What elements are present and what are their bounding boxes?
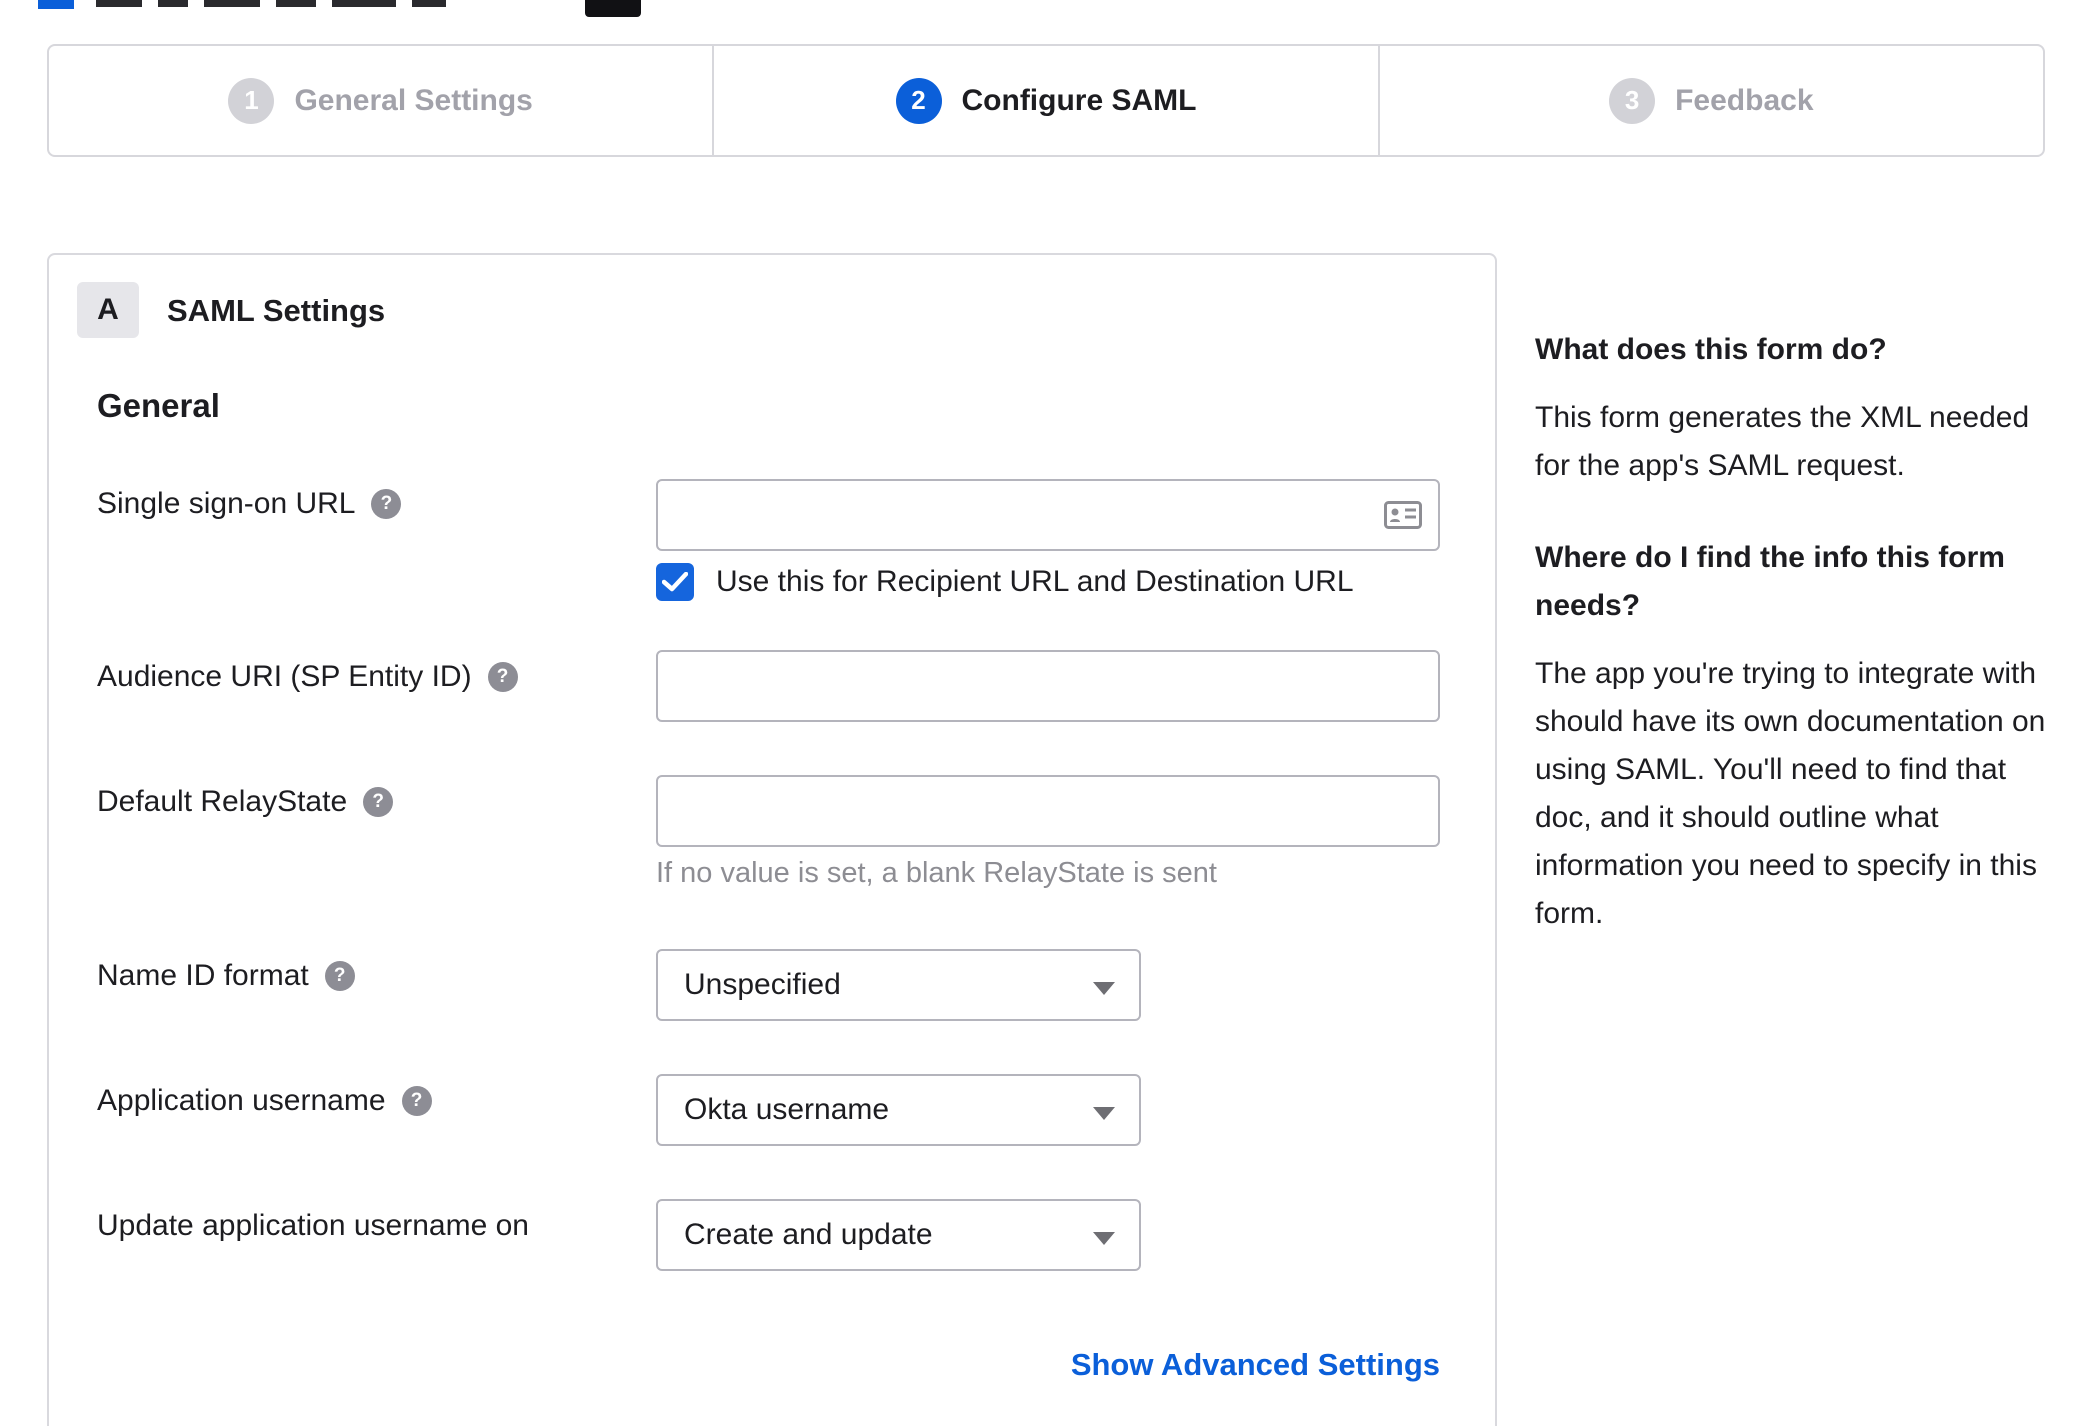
sidebar-heading: What does this form do? bbox=[1535, 333, 1887, 366]
chevron-down-icon bbox=[1093, 982, 1115, 995]
step-feedback[interactable]: 3 Feedback bbox=[1377, 46, 2043, 155]
step-label: Feedback bbox=[1675, 83, 1814, 117]
help-icon[interactable]: ? bbox=[401, 1086, 432, 1116]
help-icon[interactable]: ? bbox=[371, 489, 402, 519]
select-value: Create and update bbox=[684, 1218, 933, 1251]
section-badge: A bbox=[77, 282, 139, 338]
sidebar-body: This form generates the XML needed for t… bbox=[1535, 401, 2030, 482]
step-number-badge: 3 bbox=[1609, 77, 1656, 124]
update-application-username-select[interactable]: Create and update bbox=[656, 1199, 1141, 1271]
step-configure-saml[interactable]: 2 Configure SAML bbox=[712, 46, 1377, 155]
application-username-label: Application username ? bbox=[97, 1084, 432, 1118]
field-label-text: Application username bbox=[97, 1084, 386, 1117]
default-relaystate-input[interactable] bbox=[656, 775, 1440, 847]
saml-settings-card: A SAML Settings General Single sign-on U… bbox=[47, 253, 1497, 1426]
relaystate-hint: If no value is set, a blank RelayState i… bbox=[656, 857, 1217, 889]
page: 1 General Settings 2 Configure SAML 3 Fe… bbox=[0, 0, 2092, 1426]
step-label: General Settings bbox=[294, 83, 533, 117]
help-icon[interactable]: ? bbox=[324, 961, 355, 991]
show-advanced-settings-link[interactable]: Show Advanced Settings bbox=[656, 1347, 1440, 1383]
step-general-settings[interactable]: 1 General Settings bbox=[49, 46, 712, 155]
step-label: Configure SAML bbox=[961, 83, 1197, 117]
field-label-text: Single sign-on URL bbox=[97, 487, 356, 520]
recipient-url-checkbox-row: Use this for Recipient URL and Destinati… bbox=[656, 563, 1354, 601]
default-relaystate-label: Default RelayState ? bbox=[97, 785, 394, 819]
field-label-text: Update application username on bbox=[97, 1209, 529, 1242]
help-sidebar: What does this form do? This form genera… bbox=[1535, 326, 2047, 982]
clipped-title-fragment bbox=[38, 0, 74, 9]
wizard-stepper: 1 General Settings 2 Configure SAML 3 Fe… bbox=[47, 44, 2045, 157]
sidebar-heading: Where do I find the info this form needs… bbox=[1535, 541, 2005, 622]
audience-uri-label: Audience URI (SP Entity ID) ? bbox=[97, 660, 518, 694]
check-icon bbox=[662, 572, 688, 592]
application-username-select[interactable]: Okta username bbox=[656, 1074, 1141, 1146]
clipped-title-fragment bbox=[332, 0, 396, 7]
update-application-username-label: Update application username on bbox=[97, 1209, 529, 1243]
group-title: General bbox=[97, 387, 220, 424]
step-number-badge: 1 bbox=[228, 77, 275, 124]
field-label-text: Name ID format bbox=[97, 959, 309, 992]
name-id-format-select[interactable]: Unspecified bbox=[656, 949, 1141, 1021]
checkbox-label: Use this for Recipient URL and Destinati… bbox=[716, 565, 1354, 598]
step-number-badge: 2 bbox=[895, 77, 942, 124]
help-icon[interactable]: ? bbox=[363, 787, 394, 817]
single-sign-on-url-input[interactable] bbox=[656, 479, 1440, 551]
select-value: Okta username bbox=[684, 1093, 890, 1126]
section-title: SAML Settings bbox=[167, 293, 386, 328]
contact-card-icon[interactable] bbox=[1384, 501, 1422, 529]
single-sign-on-url-label: Single sign-on URL ? bbox=[97, 487, 402, 521]
clipped-title-fragment bbox=[412, 0, 446, 7]
recipient-url-checkbox[interactable] bbox=[656, 563, 694, 601]
audience-uri-input[interactable] bbox=[656, 650, 1440, 722]
clipped-title-fragment bbox=[96, 0, 142, 7]
field-label-text: Default RelayState bbox=[97, 785, 348, 818]
single-sign-on-url-input-wrap bbox=[656, 479, 1440, 551]
sidebar-body: The app you're trying to integrate with … bbox=[1535, 657, 2046, 930]
select-value: Unspecified bbox=[684, 968, 841, 1001]
clipped-app-logo-fragment bbox=[585, 0, 641, 17]
clipped-title-fragment bbox=[204, 0, 260, 7]
clipped-title-fragment bbox=[158, 0, 188, 7]
chevron-down-icon bbox=[1093, 1107, 1115, 1120]
help-icon[interactable]: ? bbox=[487, 662, 518, 692]
name-id-format-label: Name ID format ? bbox=[97, 959, 355, 993]
chevron-down-icon bbox=[1093, 1232, 1115, 1245]
field-label-text: Audience URI (SP Entity ID) bbox=[97, 660, 472, 693]
clipped-title-fragment bbox=[276, 0, 316, 7]
